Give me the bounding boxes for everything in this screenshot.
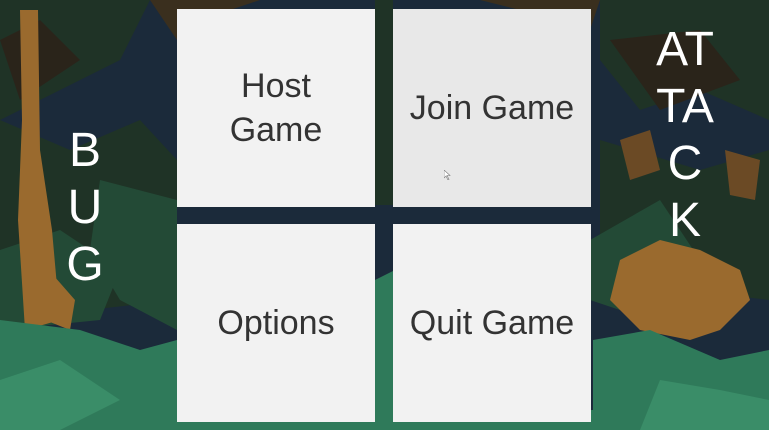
mouse-pointer-icon xyxy=(444,170,451,180)
title-attack: ATTACK xyxy=(656,23,714,247)
options-button[interactable]: Options xyxy=(177,224,375,422)
join-game-button[interactable]: Join Game xyxy=(393,9,591,207)
quit-game-button[interactable]: Quit Game xyxy=(393,224,591,422)
title-bug: BUG xyxy=(66,124,104,291)
main-menu-screen: BUG ATTACK Host Game Join Game Options Q… xyxy=(0,0,769,430)
host-game-button[interactable]: Host Game xyxy=(177,9,375,207)
jungle-background xyxy=(0,0,769,430)
